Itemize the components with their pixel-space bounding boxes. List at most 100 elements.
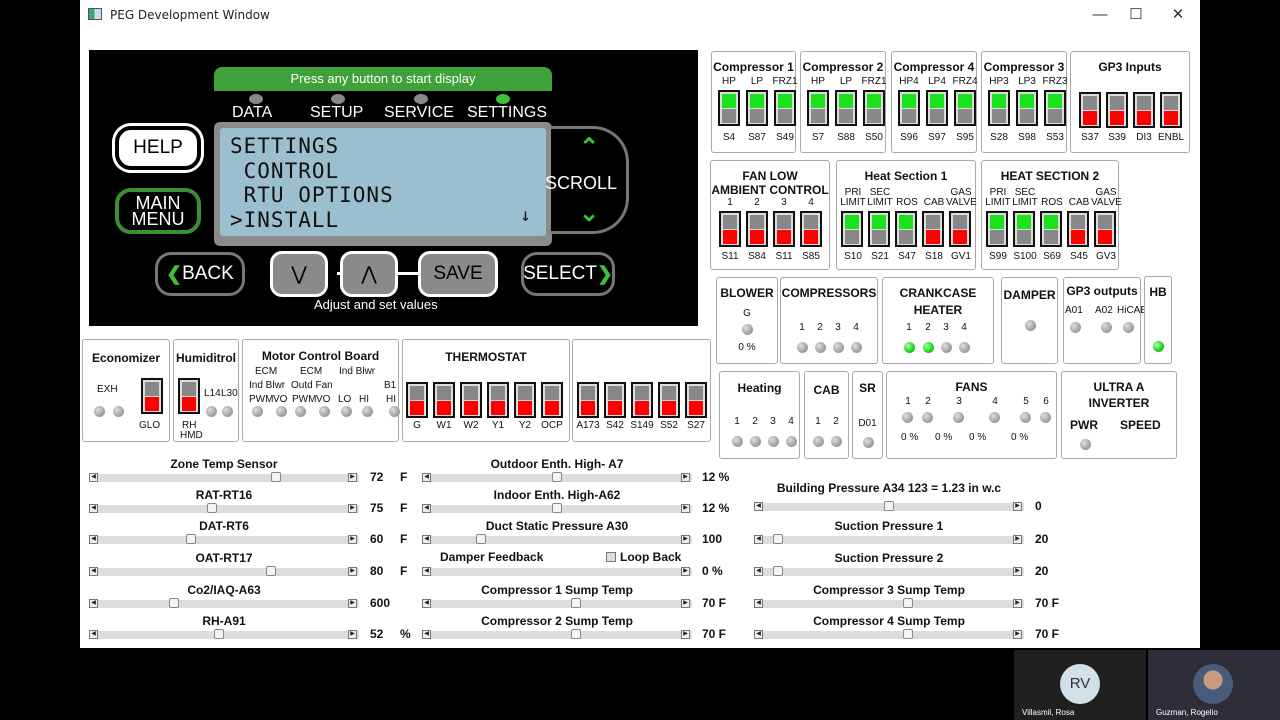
slider-left-arrow-icon[interactable]: ◀ [754,535,763,544]
heat-switch[interactable] [895,211,917,247]
thermostat-switch[interactable] [460,382,482,418]
slider-left-arrow-icon[interactable]: ◀ [89,630,98,639]
slider-right-arrow-icon[interactable]: ▶ [1013,630,1022,639]
slider-thumb[interactable] [270,472,281,482]
gp3-input-switch[interactable] [1079,92,1101,128]
slider-right-arrow-icon[interactable]: ▶ [681,504,690,513]
slider-track[interactable]: ◀ ▶ [754,534,1024,544]
slider-right-arrow-icon[interactable]: ▶ [681,599,690,608]
slider-left-arrow-icon[interactable]: ◀ [422,630,431,639]
compressor-switch[interactable] [863,90,885,126]
compressor-switch[interactable] [954,90,976,126]
heat-switch[interactable] [1013,211,1035,247]
slider-left-arrow-icon[interactable]: ◀ [422,567,431,576]
slider-right-arrow-icon[interactable]: ▶ [1013,502,1022,511]
slider-left-arrow-icon[interactable]: ◀ [422,535,431,544]
slider-track[interactable]: ◀ ▶ [89,598,359,608]
minimize-button[interactable]: — [1080,4,1120,26]
heat-switch[interactable] [1040,211,1062,247]
slider-left-arrow-icon[interactable]: ◀ [89,535,98,544]
slider-right-arrow-icon[interactable]: ▶ [348,567,357,576]
input-switch[interactable] [658,382,680,418]
slider-thumb[interactable] [169,598,180,608]
input-switch[interactable] [631,382,653,418]
slider-right-arrow-icon[interactable]: ▶ [681,473,690,482]
heat-switch[interactable] [1067,211,1089,247]
slider-thumb[interactable] [570,629,581,639]
slider-right-arrow-icon[interactable]: ▶ [348,504,357,513]
slider-left-arrow-icon[interactable]: ◀ [89,599,98,608]
adjust-down-button[interactable]: ⋁ [270,251,328,297]
slider-track[interactable]: ◀ ▶ [422,534,692,544]
save-button[interactable]: SAVE [418,251,498,297]
main-menu-button[interactable]: MAIN MENU [115,188,201,234]
fan-low-switch[interactable] [773,211,795,247]
slider-track[interactable]: ◀ ▶ [422,567,692,576]
heat-switch[interactable] [868,211,890,247]
compressor-switch[interactable] [807,90,829,126]
input-switch[interactable] [685,382,707,418]
slider-right-arrow-icon[interactable]: ▶ [348,599,357,608]
rh-hmd-switch[interactable] [178,378,200,414]
slider-right-arrow-icon[interactable]: ▶ [348,630,357,639]
back-button[interactable]: ❮ BACK [155,252,245,296]
thermostat-switch[interactable] [487,382,509,418]
thermostat-switch[interactable] [541,382,563,418]
scroll-down-icon[interactable]: ⌄ [577,202,601,226]
slider-thumb[interactable] [207,503,218,513]
help-button[interactable]: HELP [115,126,201,170]
heat-switch[interactable] [986,211,1008,247]
slider-right-arrow-icon[interactable]: ▶ [681,630,690,639]
maximize-button[interactable]: ☐ [1116,4,1156,26]
compressor-switch[interactable] [988,90,1010,126]
slider-thumb[interactable] [214,629,225,639]
compressor-switch[interactable] [718,90,740,126]
slider-right-arrow-icon[interactable]: ▶ [348,535,357,544]
slider-left-arrow-icon[interactable]: ◀ [754,630,763,639]
slider-left-arrow-icon[interactable]: ◀ [422,599,431,608]
slider-right-arrow-icon[interactable]: ▶ [1013,599,1022,608]
thermostat-switch[interactable] [433,382,455,418]
slider-track[interactable]: ◀ ▶ [754,566,1024,576]
slider-track[interactable]: ◀ ▶ [754,501,1024,511]
slider-left-arrow-icon[interactable]: ◀ [89,473,98,482]
slider-track[interactable]: ◀ ▶ [89,629,359,639]
slider-track[interactable]: ◀ ▶ [89,534,359,544]
compressor-switch[interactable] [898,90,920,126]
slider-track[interactable]: ◀ ▶ [422,503,692,513]
loop-back-checkbox[interactable] [606,552,616,562]
slider-thumb[interactable] [266,566,277,576]
slider-thumb[interactable] [773,534,784,544]
slider-track[interactable]: ◀ ▶ [422,472,692,482]
participant-tile[interactable]: Guzman, Rogelio [1148,650,1280,720]
close-button[interactable]: ✕ [1158,4,1198,26]
compressor-switch[interactable] [746,90,768,126]
slider-track[interactable]: ◀ ▶ [89,503,359,513]
slider-track[interactable]: ◀ ▶ [422,598,692,608]
compressor-switch[interactable] [1044,90,1066,126]
slider-right-arrow-icon[interactable]: ▶ [348,473,357,482]
gp3-input-switch[interactable] [1160,92,1182,128]
input-switch[interactable] [604,382,626,418]
slider-left-arrow-icon[interactable]: ◀ [89,567,98,576]
heat-switch[interactable] [922,211,944,247]
slider-left-arrow-icon[interactable]: ◀ [754,567,763,576]
slider-track[interactable]: ◀ ▶ [754,629,1024,639]
slider-left-arrow-icon[interactable]: ◀ [754,502,763,511]
slider-left-arrow-icon[interactable]: ◀ [422,504,431,513]
compressor-switch[interactable] [774,90,796,126]
scroll-up-icon[interactable]: ⌃ [577,136,601,160]
thermostat-switch[interactable] [406,382,428,418]
slider-track[interactable]: ◀ ▶ [89,566,359,576]
slider-thumb[interactable] [552,503,562,513]
select-button[interactable]: SELECT ❯ [521,252,615,296]
slider-right-arrow-icon[interactable]: ▶ [1013,535,1022,544]
slider-thumb[interactable] [773,566,784,576]
glo-switch[interactable] [141,378,163,414]
adjust-up-button[interactable]: ⋀ [340,251,398,297]
fan-low-switch[interactable] [719,211,741,247]
slider-track[interactable]: ◀ ▶ [754,598,1024,608]
compressor-switch[interactable] [835,90,857,126]
fan-low-switch[interactable] [746,211,768,247]
slider-thumb[interactable] [902,598,913,608]
